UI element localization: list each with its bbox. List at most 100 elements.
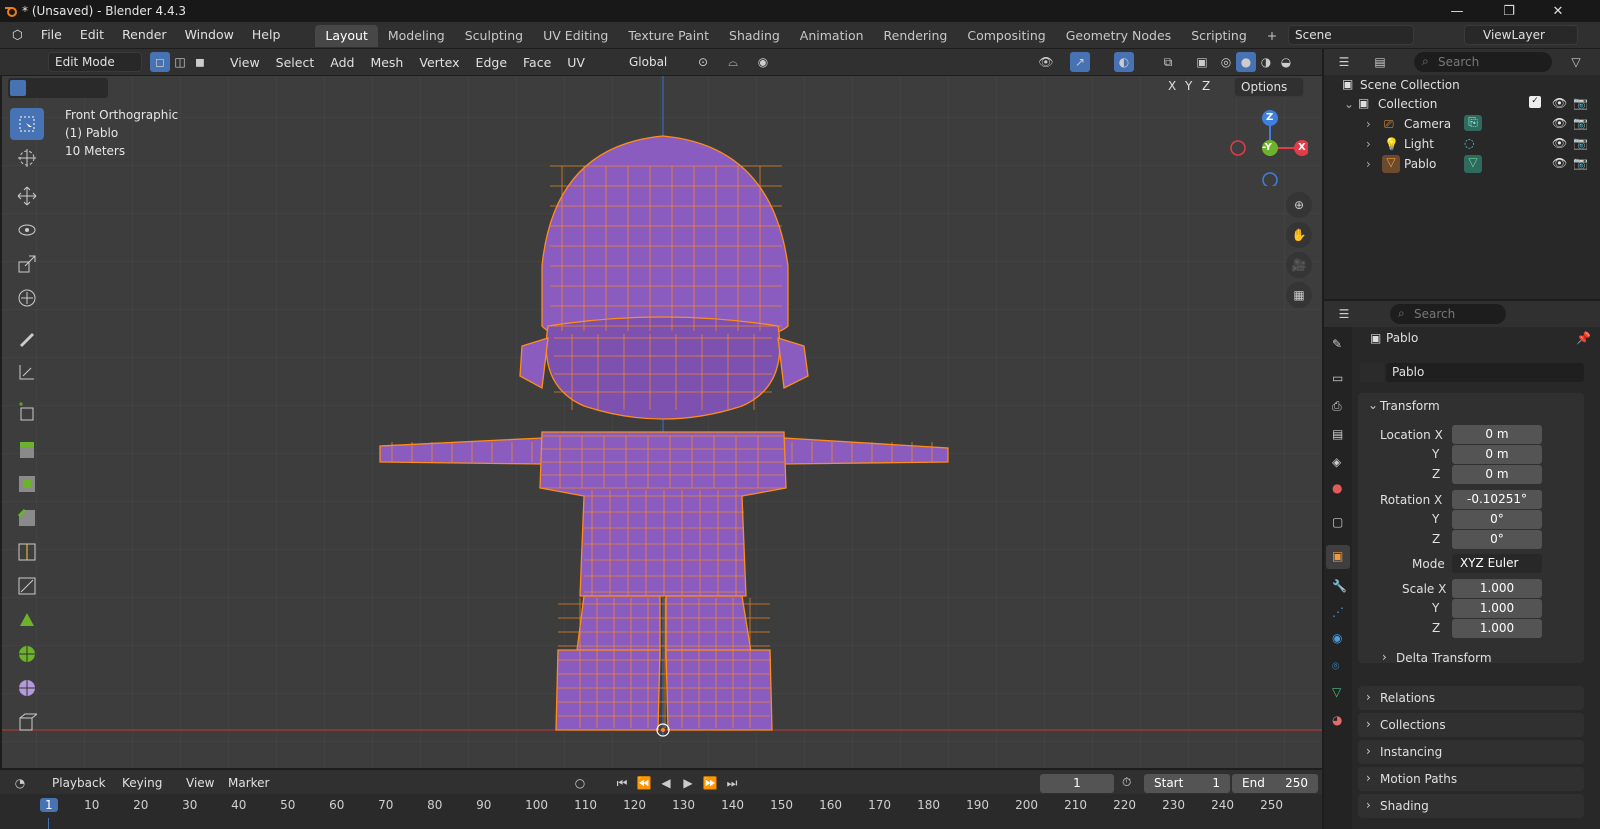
proportional-edit-icon[interactable]: ◉: [753, 52, 773, 72]
collection-tab-icon[interactable]: ▢: [1332, 515, 1343, 529]
constraints-tab-icon[interactable]: ⌾: [1332, 659, 1339, 674]
current-frame-marker[interactable]: 1: [40, 798, 58, 812]
filter-icon[interactable]: ▽: [1566, 52, 1586, 72]
poly-build-tool-icon[interactable]: [10, 604, 44, 636]
menu-keying[interactable]: Keying: [122, 776, 162, 790]
delta-transform-label[interactable]: Delta Transform: [1396, 651, 1492, 665]
location-y-field[interactable]: 0 m: [1452, 445, 1542, 464]
end-frame-field[interactable]: End 250: [1232, 774, 1318, 793]
render-tab-icon[interactable]: ▭: [1332, 371, 1343, 385]
menu-marker[interactable]: Marker: [228, 776, 269, 790]
menu-render[interactable]: Render: [113, 22, 176, 48]
rotate-tool-icon[interactable]: [10, 214, 44, 246]
start-frame-field[interactable]: Start 1: [1144, 774, 1230, 793]
add-cube-tool-icon[interactable]: [10, 396, 44, 428]
menu-window[interactable]: Window: [176, 22, 243, 48]
tab-modeling[interactable]: Modeling: [378, 25, 455, 47]
menu-uv[interactable]: UV: [559, 55, 593, 70]
pan-hand-icon[interactable]: ✋: [1286, 222, 1312, 248]
ortho-grid-icon[interactable]: ▦: [1286, 282, 1312, 308]
annotate-tool-icon[interactable]: [10, 322, 44, 354]
mesh-edit-overlay-icon[interactable]: ⧉: [1158, 52, 1178, 72]
select-new-icon[interactable]: [10, 80, 26, 96]
outliner-item-pablo[interactable]: Pablo: [1404, 157, 1436, 171]
menu-mesh[interactable]: Mesh: [362, 55, 411, 70]
measure-tool-icon[interactable]: [10, 356, 44, 388]
pablo-expand-icon[interactable]: ›: [1366, 157, 1371, 171]
zoom-icon[interactable]: ⊕: [1286, 192, 1312, 218]
tool-tab-icon[interactable]: ✎: [1332, 337, 1342, 351]
move-tool-icon[interactable]: [10, 180, 44, 212]
collections-panel[interactable]: › Collections: [1358, 713, 1584, 737]
wireframe-shading-icon[interactable]: ◎: [1216, 52, 1236, 72]
menu-help[interactable]: Help: [243, 22, 290, 48]
properties-search-input[interactable]: ⌕ Search: [1390, 304, 1506, 324]
camera-expand-icon[interactable]: ›: [1366, 117, 1371, 131]
editor-type-icon[interactable]: ☰: [1334, 52, 1354, 72]
transform-title[interactable]: Transform: [1380, 399, 1440, 413]
shading-panel[interactable]: › Shading: [1358, 794, 1584, 818]
transform-orientation[interactable]: Global: [608, 52, 683, 72]
physics-tab-icon[interactable]: ◉: [1332, 631, 1342, 645]
auto-keying-icon[interactable]: ○: [570, 773, 590, 793]
collection-expand-icon[interactable]: ⌄: [1344, 97, 1354, 111]
scale-tool-icon[interactable]: [10, 248, 44, 280]
current-frame-field[interactable]: 1: [1040, 774, 1114, 793]
face-select-icon[interactable]: ◼: [190, 52, 210, 72]
tab-compositing[interactable]: Compositing: [957, 25, 1055, 47]
knife-tool-icon[interactable]: [10, 570, 44, 602]
delta-transform-expand-icon[interactable]: ›: [1382, 650, 1387, 664]
rendered-shading-icon[interactable]: ◒: [1276, 52, 1296, 72]
xray-icon[interactable]: ▣: [1192, 52, 1212, 72]
camera-view-icon[interactable]: 🎥: [1286, 252, 1312, 278]
output-tab-icon[interactable]: ⎙: [1332, 399, 1342, 414]
scale-z-field[interactable]: 1.000: [1452, 619, 1542, 638]
location-x-field[interactable]: 0 m: [1452, 425, 1542, 444]
properties-editor-type-icon[interactable]: ☰: [1334, 304, 1354, 324]
jump-keyframe-back-icon[interactable]: ⏪: [634, 773, 654, 793]
tab-rendering[interactable]: Rendering: [874, 25, 958, 47]
instancing-panel[interactable]: › Instancing: [1358, 740, 1584, 764]
menu-file[interactable]: File: [32, 22, 71, 48]
tab-geometry-nodes[interactable]: Geometry Nodes: [1056, 25, 1181, 47]
transform-collapse-icon[interactable]: ⌄: [1368, 398, 1378, 412]
play-reverse-icon[interactable]: ◀: [656, 773, 676, 793]
rotation-x-field[interactable]: -0.10251°: [1452, 490, 1542, 509]
options-dropdown[interactable]: Options: [1234, 77, 1304, 97]
minimize-button[interactable]: —: [1435, 0, 1479, 22]
collection-label[interactable]: Collection: [1378, 97, 1437, 111]
tab-uv-editing[interactable]: UV Editing: [533, 25, 618, 47]
bevel-tool-icon[interactable]: [10, 502, 44, 534]
menu-vertex[interactable]: Vertex: [411, 55, 467, 70]
outliner-search-input[interactable]: ⌕ Search: [1414, 52, 1552, 72]
menu-edge[interactable]: Edge: [468, 55, 515, 70]
maximize-button[interactable]: ❐: [1487, 0, 1531, 22]
vertex-select-icon[interactable]: ◻: [150, 52, 170, 72]
object-tab-icon[interactable]: ▣: [1326, 545, 1350, 569]
overlay-toggle-icon[interactable]: ◐: [1114, 52, 1134, 72]
tab-shading[interactable]: Shading: [719, 25, 790, 47]
particles-tab-icon[interactable]: ⋰: [1332, 605, 1344, 619]
smooth-tool-icon[interactable]: [10, 672, 44, 704]
display-mode-icon[interactable]: ▤: [1370, 52, 1390, 72]
tab-sculpting[interactable]: Sculpting: [455, 25, 533, 47]
rotation-z-field[interactable]: 0°: [1452, 530, 1542, 549]
object-name-field[interactable]: Pablo: [1386, 363, 1584, 382]
add-workspace-icon[interactable]: +: [1257, 25, 1287, 47]
view-layer-tab-icon[interactable]: ▤: [1332, 427, 1343, 441]
menu-face[interactable]: Face: [515, 55, 559, 70]
shear-tool-icon[interactable]: [10, 706, 44, 738]
edge-select-icon[interactable]: ◫: [170, 52, 190, 72]
play-icon[interactable]: ▶: [678, 773, 698, 793]
visibility-icon[interactable]: 👁: [1036, 52, 1056, 72]
relations-panel[interactable]: › Relations: [1358, 686, 1584, 710]
transform-tool-icon[interactable]: [10, 282, 44, 314]
rotation-mode-select[interactable]: XYZ Euler: [1452, 554, 1542, 573]
scene-selector[interactable]: Scene: [1288, 25, 1414, 45]
collection-eye-icon[interactable]: 👁: [1552, 96, 1567, 110]
light-render-icon[interactable]: 📷: [1573, 136, 1588, 150]
tab-layout[interactable]: Layout: [315, 25, 378, 47]
menu-timeline-view[interactable]: View: [186, 776, 214, 790]
data-tab-icon[interactable]: ▽: [1332, 685, 1341, 699]
material-tab-icon[interactable]: ◕: [1332, 713, 1342, 727]
